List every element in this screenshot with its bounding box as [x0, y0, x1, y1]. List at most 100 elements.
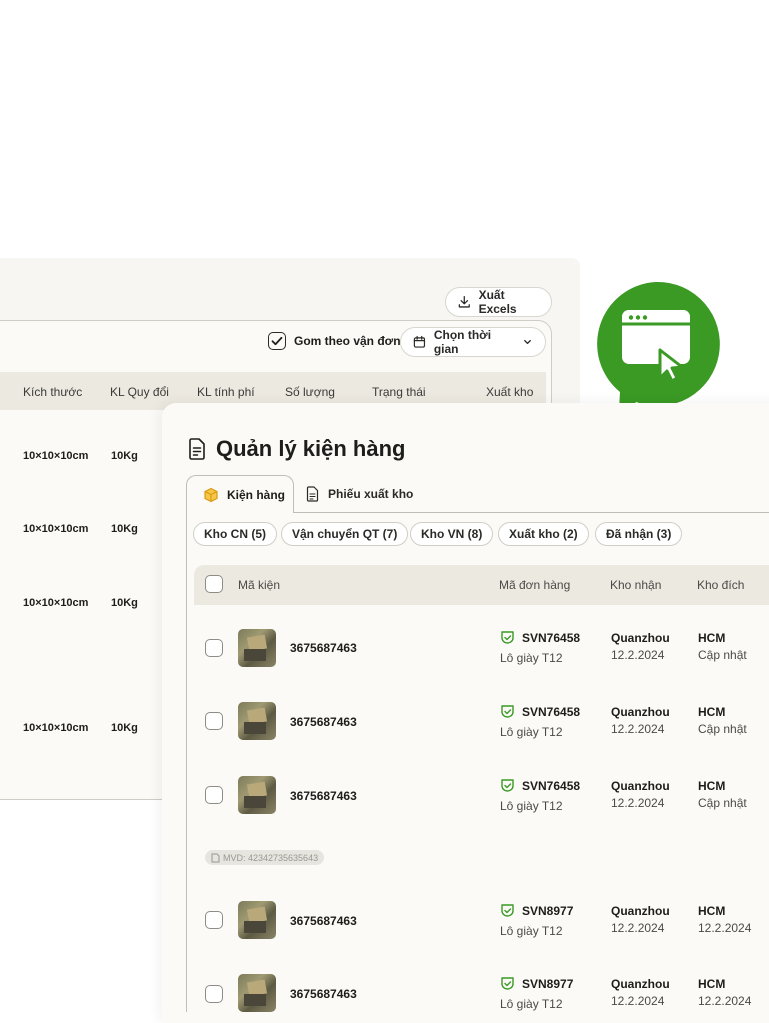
destination: HCM: [698, 904, 726, 918]
waybill-group-label: MVD: 42342735635643: [223, 852, 319, 863]
export-excel-label: Xuất Excels: [478, 288, 517, 316]
back-row-size: 10×10×10cm: [23, 523, 89, 535]
order-note: Lô giày T12: [500, 997, 563, 1011]
package-thumbnail: [238, 974, 276, 1012]
tab-export-slips-label: Phiếu xuất kho: [328, 487, 414, 501]
received-date: 12.2.2024: [611, 648, 665, 662]
receiving-warehouse: Quanzhou: [611, 904, 670, 918]
order-code[interactable]: SVN8977: [500, 976, 573, 991]
chevron-down-icon: [524, 339, 531, 345]
receiving-warehouse: Quanzhou: [611, 631, 670, 645]
tab-packages[interactable]: Kiện hàng: [186, 475, 294, 513]
box-icon: [204, 487, 218, 502]
row-checkbox[interactable]: [205, 712, 223, 730]
order-note: Lô giày T12: [500, 799, 563, 813]
back-row-size: 10×10×10cm: [23, 722, 89, 734]
document-icon: [211, 853, 220, 862]
calendar-icon: [413, 335, 426, 348]
tab-export-slips[interactable]: Phiếu xuất kho: [306, 475, 413, 513]
filter-chip-xuat-kho[interactable]: Xuất kho (2): [498, 522, 589, 546]
time-picker-button[interactable]: Chọn thời gian: [400, 327, 546, 357]
back-row-weight: 10Kg: [111, 722, 138, 734]
order-code[interactable]: SVN8977: [500, 903, 573, 918]
column-header-quantity: Số lượng: [285, 385, 335, 399]
destination: HCM: [698, 779, 726, 793]
order-code-text: SVN76458: [522, 630, 581, 645]
shield-check-icon: [501, 631, 514, 644]
column-header-receiving-warehouse: Kho nhận: [610, 578, 662, 592]
received-date: 12.2.2024: [611, 994, 665, 1008]
shield-check-icon: [501, 904, 514, 917]
destination-date: 12.2.2024: [698, 994, 752, 1008]
column-header-export: Xuất kho: [486, 385, 534, 399]
column-header-order-code: Mã đơn hàng: [499, 578, 571, 592]
back-row-weight: 10Kg: [111, 597, 138, 609]
package-code[interactable]: 3675687463: [290, 789, 357, 803]
order-code[interactable]: SVN76458: [500, 778, 580, 793]
order-code-text: SVN8977: [522, 976, 574, 991]
destination-update: Cập nhật: [698, 648, 747, 662]
row-checkbox[interactable]: [205, 985, 223, 1003]
received-date: 12.2.2024: [611, 796, 665, 810]
back-row-weight: 10Kg: [111, 523, 138, 535]
package-code[interactable]: 3675687463: [290, 987, 357, 1001]
shield-check-icon: [501, 705, 514, 718]
row-checkbox[interactable]: [205, 639, 223, 657]
time-picker-label: Chọn thời gian: [433, 328, 492, 356]
column-header-destination: Kho đích: [697, 578, 745, 592]
download-icon: [458, 295, 470, 308]
tab-packages-label: Kiện hàng: [227, 487, 286, 502]
page-title-text: Quản lý kiện hàng: [216, 436, 406, 461]
package-thumbnail: [238, 629, 276, 667]
order-code[interactable]: SVN76458: [500, 630, 580, 645]
receiving-warehouse: Quanzhou: [611, 977, 670, 991]
order-code-text: SVN76458: [522, 778, 581, 793]
received-date: 12.2.2024: [611, 722, 665, 736]
column-header-status: Trạng thái: [372, 385, 426, 399]
filter-chip-kho-cn[interactable]: Kho CN (5): [193, 522, 277, 546]
shield-check-icon: [501, 779, 514, 792]
back-row-size: 10×10×10cm: [23, 597, 89, 609]
destination: HCM: [698, 631, 726, 645]
export-excel-button[interactable]: Xuất Excels: [445, 287, 552, 317]
package-thumbnail: [238, 776, 276, 814]
waybill-group-badge: MVD: 42342735635643: [205, 850, 325, 865]
destination-date: 12.2.2024: [698, 921, 752, 935]
group-by-waybill-label: Gom theo vận đơn: [294, 334, 401, 348]
destination-update: Cập nhật: [698, 796, 747, 810]
order-code-text: SVN76458: [522, 704, 581, 719]
filter-chip-van-chuyen-qt[interactable]: Vận chuyển QT (7): [281, 522, 409, 546]
document-icon: [306, 486, 319, 502]
shield-check-icon: [501, 977, 514, 990]
select-all-checkbox[interactable]: [205, 575, 223, 593]
destination-update: Cập nhật: [698, 722, 747, 736]
package-thumbnail: [238, 702, 276, 740]
filter-chip-da-nhan[interactable]: Đã nhận (3): [595, 522, 683, 546]
column-header-size: Kích thước: [23, 385, 83, 399]
receiving-warehouse: Quanzhou: [611, 705, 670, 719]
order-note: Lô giày T12: [500, 725, 563, 739]
order-code[interactable]: SVN76458: [500, 704, 580, 719]
package-code[interactable]: 3675687463: [290, 715, 357, 729]
receiving-warehouse: Quanzhou: [611, 779, 670, 793]
order-note: Lô giày T12: [500, 924, 563, 938]
filter-chip-kho-vn[interactable]: Kho VN (8): [410, 522, 494, 546]
order-note: Lô giày T12: [500, 651, 563, 665]
destination: HCM: [698, 705, 726, 719]
order-code-text: SVN8977: [522, 903, 574, 918]
back-row-weight: 10Kg: [111, 450, 138, 462]
page-title: Quản lý kiện hàng: [188, 436, 405, 462]
package-thumbnail: [238, 901, 276, 939]
group-by-waybill-toggle[interactable]: Gom theo vận đơn: [268, 332, 401, 350]
column-header-charged-weight: KL tính phí: [197, 385, 255, 399]
row-checkbox[interactable]: [205, 786, 223, 804]
back-row-size: 10×10×10cm: [23, 450, 89, 462]
received-date: 12.2.2024: [611, 921, 665, 935]
package-code[interactable]: 3675687463: [290, 641, 357, 655]
document-icon: [189, 438, 205, 460]
destination: HCM: [698, 977, 726, 991]
column-header-converted-weight: KL Quy đổi: [110, 385, 169, 399]
package-code[interactable]: 3675687463: [290, 914, 357, 928]
row-checkbox[interactable]: [205, 911, 223, 929]
package-table-header: Mã kiện Mã đơn hàng Kho nhận Kho đích: [194, 565, 769, 605]
